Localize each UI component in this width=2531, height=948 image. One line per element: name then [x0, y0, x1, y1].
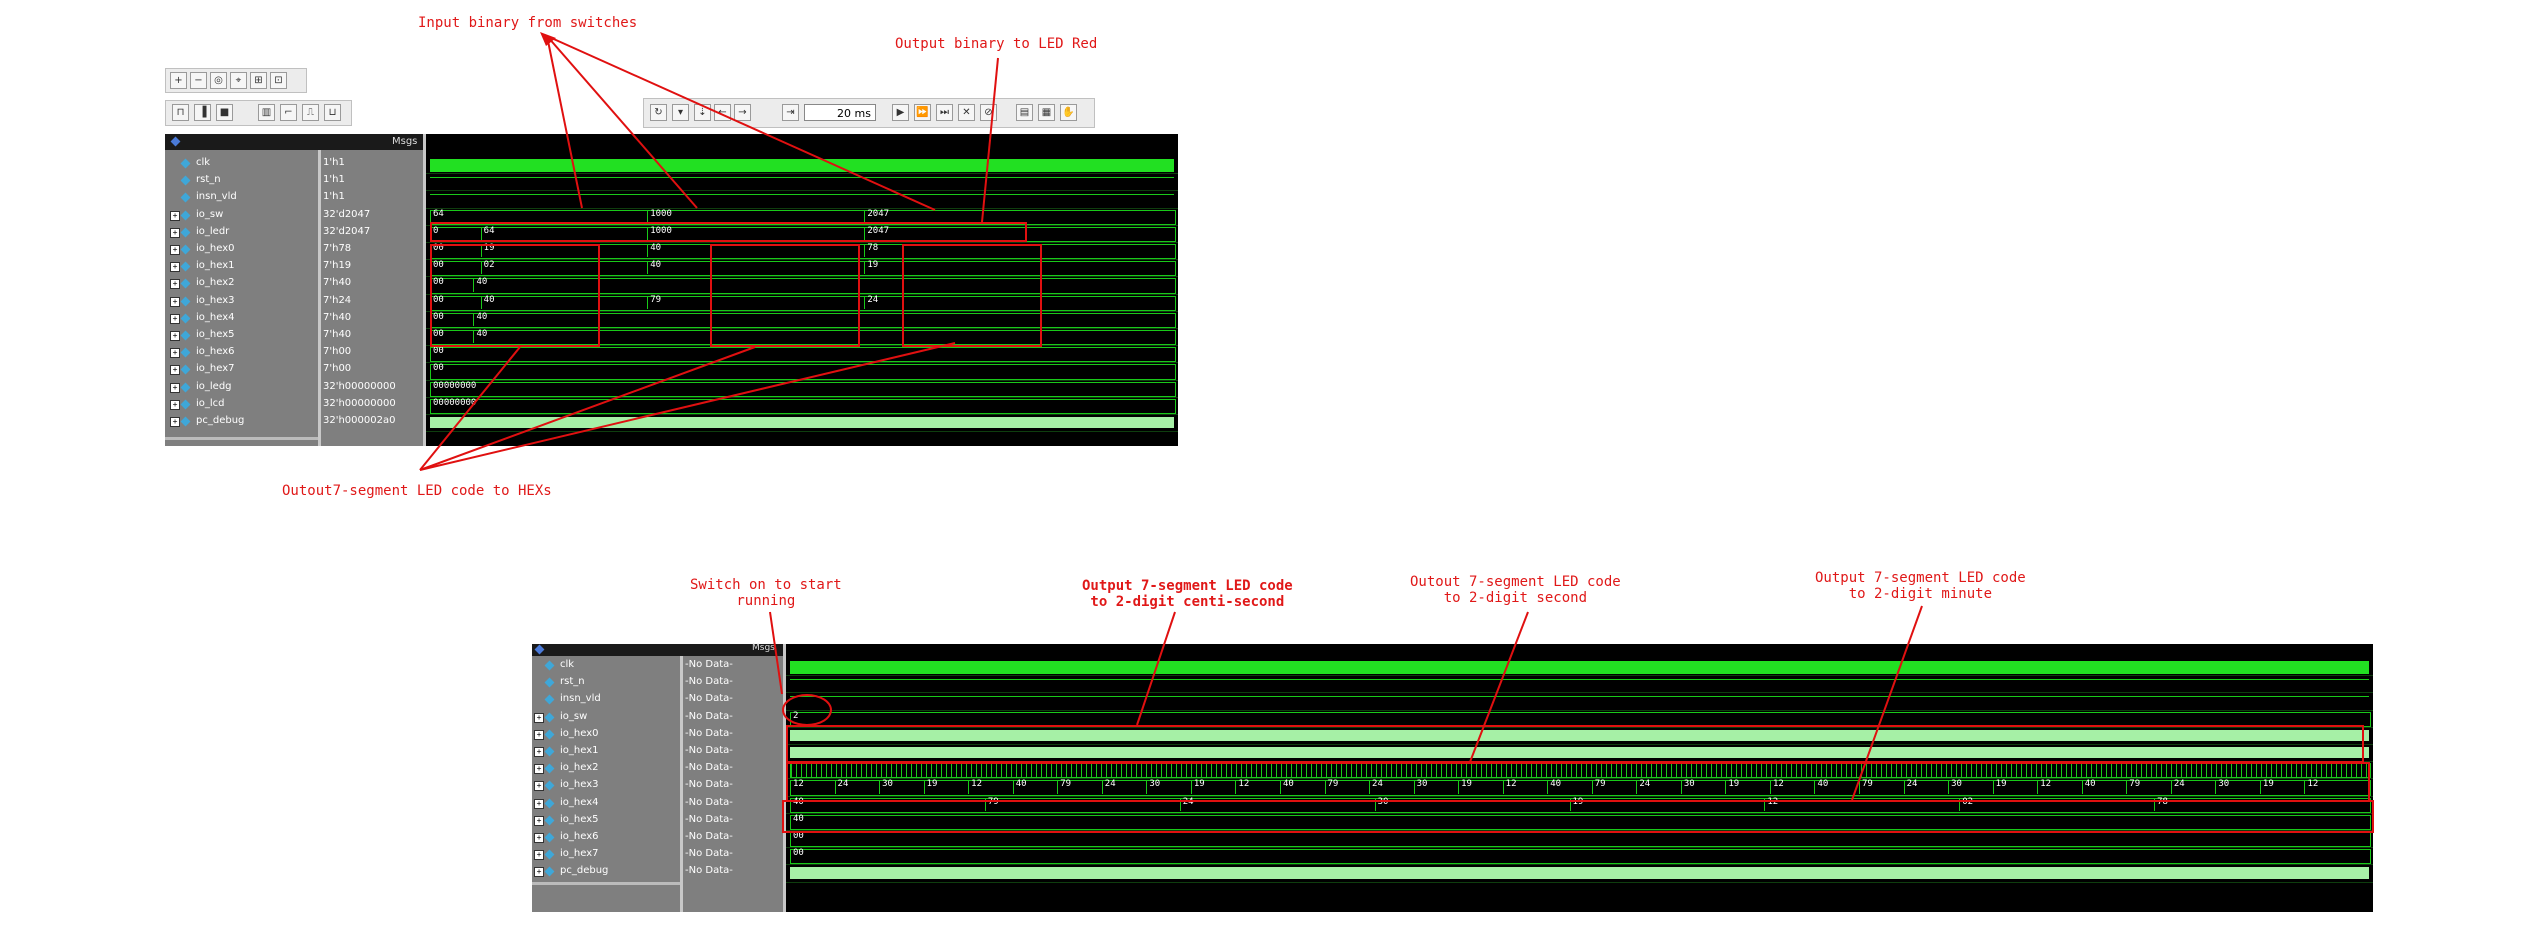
- annotation-centi-second: Output 7-segment LED code to 2-digit cen…: [1082, 578, 1293, 610]
- annotation-input-binary: Input binary from switches: [418, 15, 638, 31]
- annotation-second: Outout 7-segment LED code to 2-digit sec…: [1410, 574, 1621, 606]
- annotation-centi-line2: to 2-digit centi-second: [1090, 594, 1285, 610]
- annotation-minute-line2: to 2-digit minute: [1848, 586, 1992, 602]
- annotation-output-7seg-hex: Outout7-segment LED code to HEXs: [282, 483, 552, 499]
- annotation-switch-on: Switch on to start running: [690, 577, 842, 609]
- annotation-arrows: [419, 32, 1923, 801]
- annotation-output-binary: Output binary to LED Red: [895, 36, 1098, 52]
- annotation-second-line2: to 2-digit second: [1443, 590, 1587, 606]
- annotation-centi-line1: Output 7-segment LED code: [1082, 578, 1293, 594]
- annotation-minute-line1: Output 7-segment LED code: [1815, 570, 2026, 586]
- annotation-switch-on-line2: running: [736, 593, 796, 609]
- annotation-switch-on-line1: Switch on to start: [690, 577, 842, 593]
- annotation-second-line1: Outout 7-segment LED code: [1410, 574, 1621, 590]
- annotation-minute: Output 7-segment LED code to 2-digit min…: [1815, 570, 2026, 602]
